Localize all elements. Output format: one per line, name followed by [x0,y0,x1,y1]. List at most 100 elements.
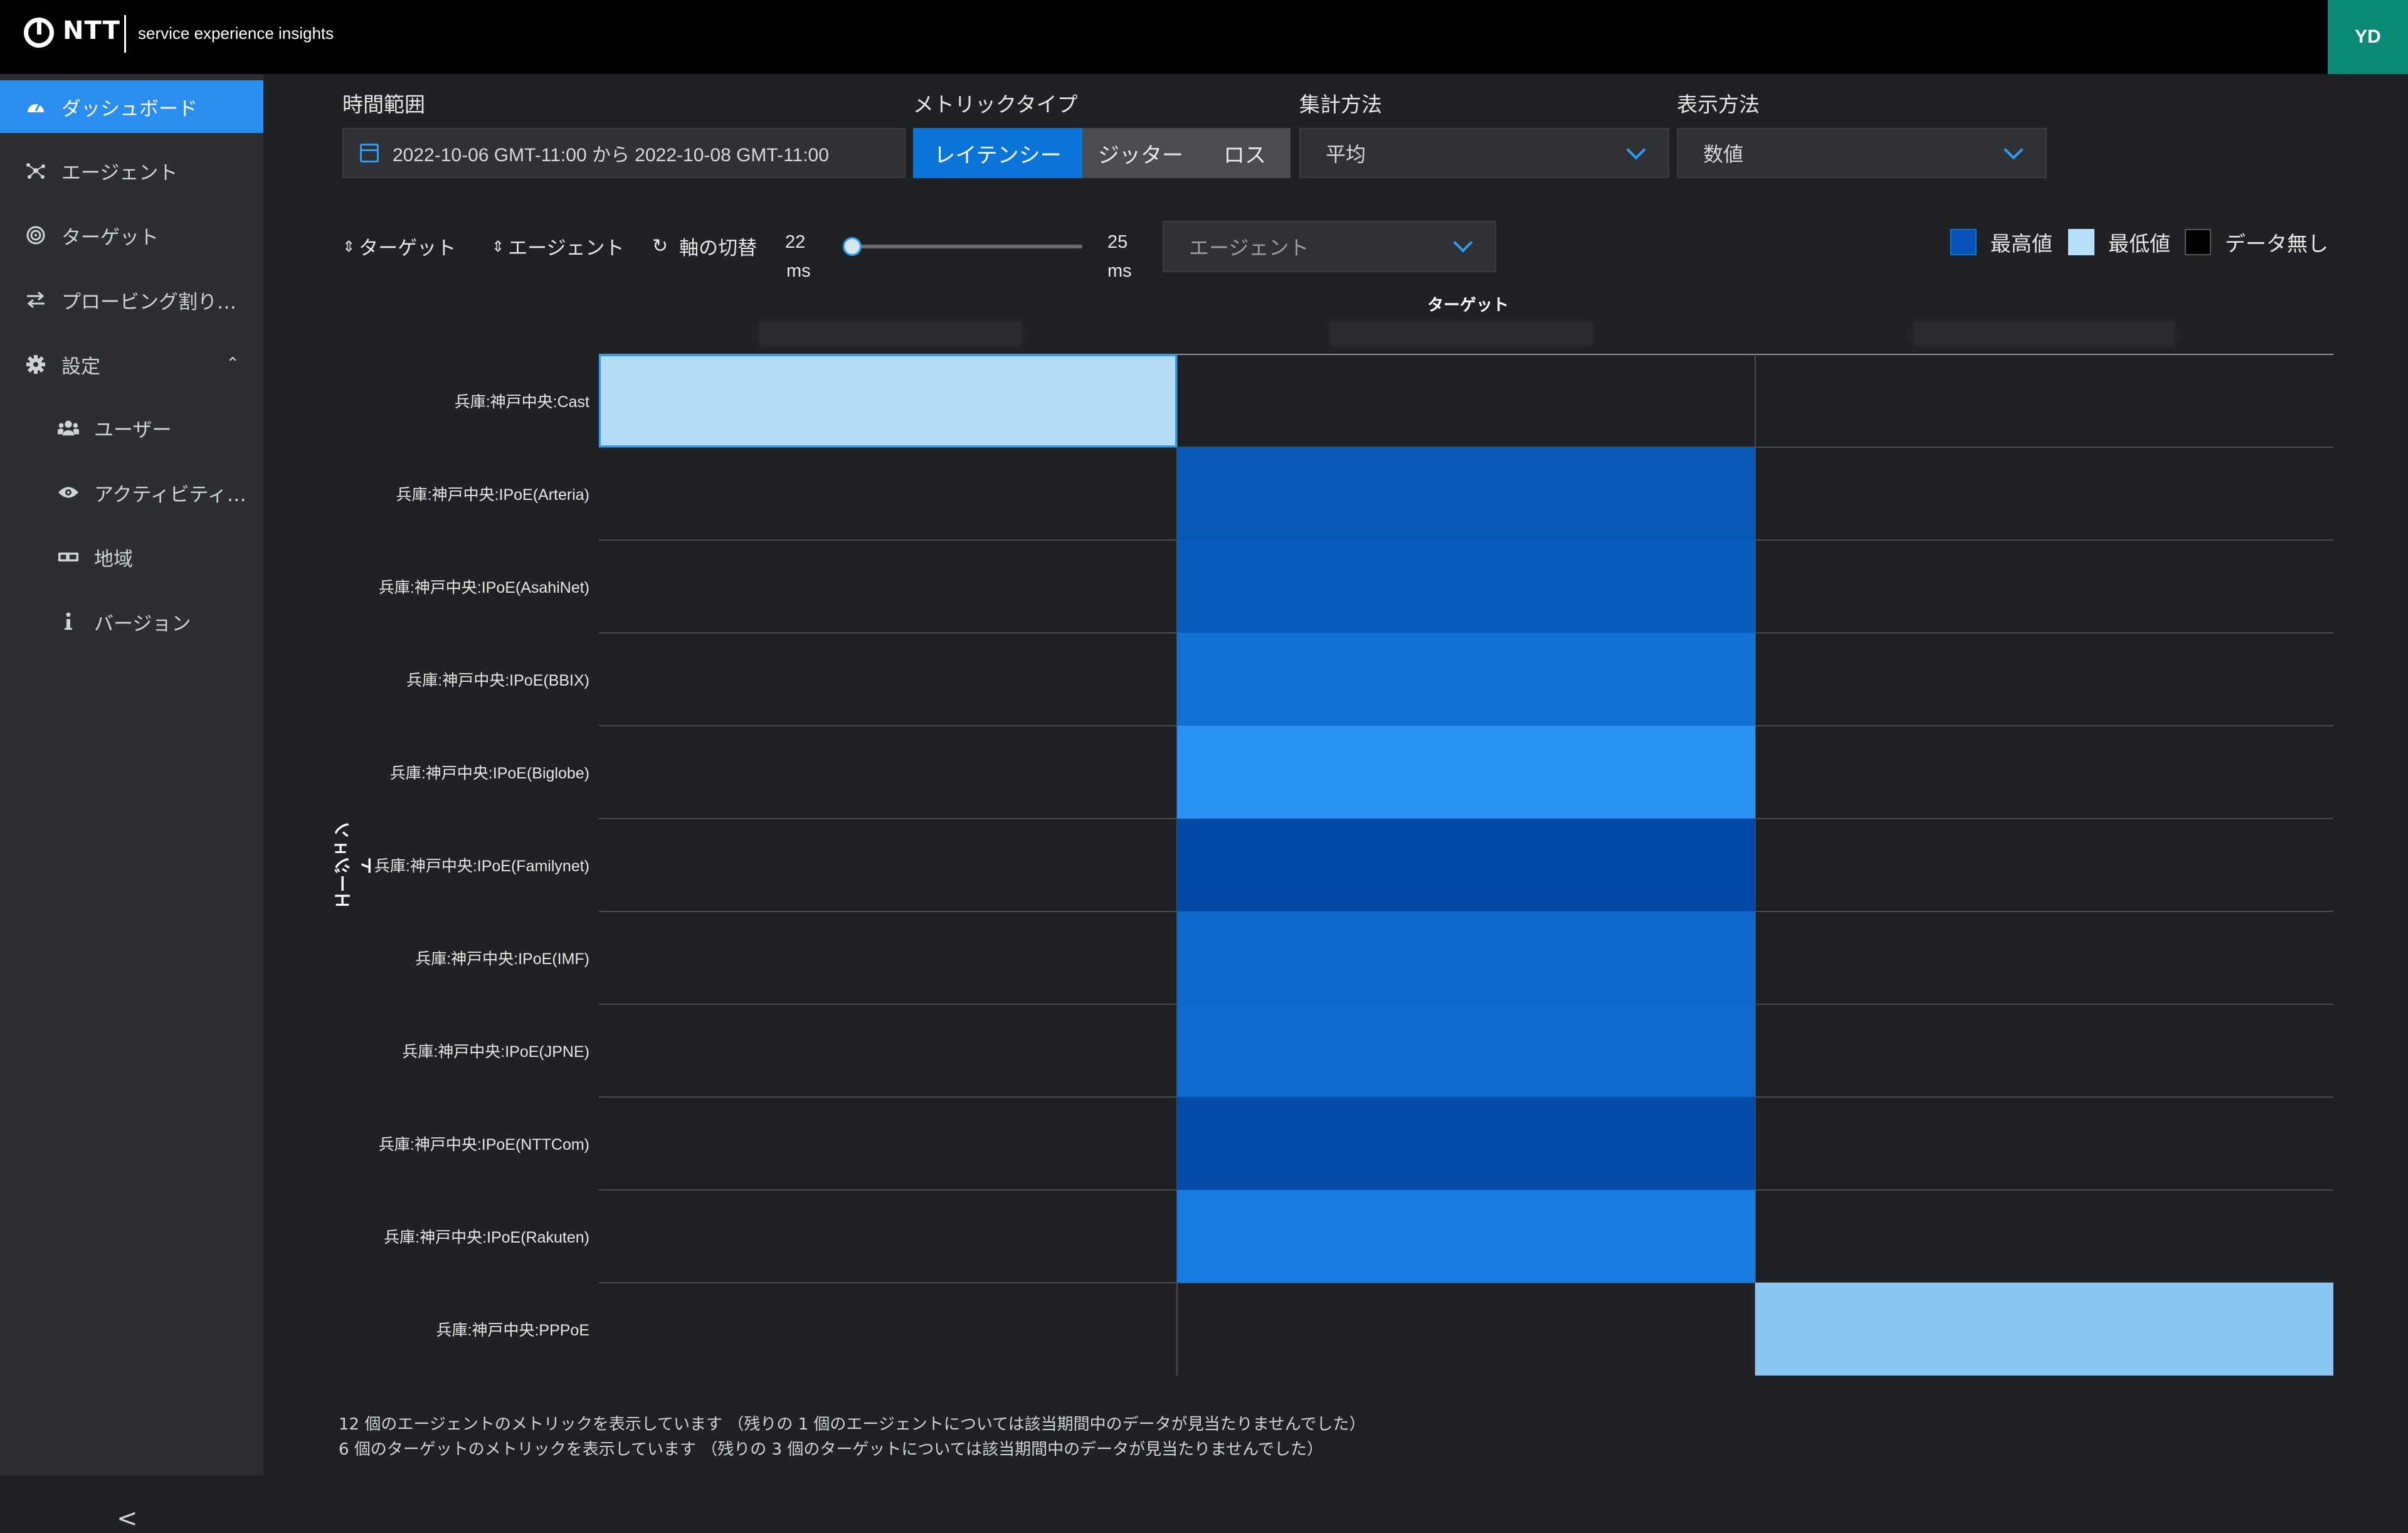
agent-row-label: 兵庫:神戸中央:IPoE(BBIX) [406,672,589,689]
metric-jitter-button[interactable]: ジッター [1082,128,1199,178]
aggregation-select[interactable]: 平均 [1299,128,1669,178]
sidebar-item-label: エージェント [61,161,178,184]
sidebar-item-label: プロービング割り… [61,290,236,314]
chevron-down-icon [2004,140,2024,160]
sidebar-item-probing[interactable]: プロービング割り… [0,273,263,326]
sidebar-item-version[interactable]: バージョン [0,595,263,648]
agent-row-label: 兵庫:神戸中央:IPoE(Biglobe) [389,765,589,782]
sidebar-item-users[interactable]: ユーザー [0,401,263,454]
swap-axis-label: 軸の切替 [679,237,758,260]
target-count-note: 6 個のターゲットのメトリックを表示しています （残りの 3 個のターゲットにつ… [339,1440,1323,1459]
agent-row-label: 兵庫:神戸中央:IPoE(Familynet) [374,857,589,875]
legend-high-swatch [1950,229,1977,255]
collapse-sidebar-button[interactable]: < [117,1504,138,1533]
x-axis-title: ターゲット [1427,296,1509,315]
column-header-3 [1913,321,2176,346]
metric-latency-button[interactable]: レイテンシー [913,128,1082,178]
date-range-picker[interactable]: 2022-10-06 GMT-11:00 から 2022-10-08 GMT-1… [342,128,906,178]
legend-low-label: 最低値 [2108,231,2170,256]
info-icon [58,611,79,632]
range-max-value: 25 [1107,232,1128,252]
agent-filter-placeholder: エージェント [1189,236,1309,260]
sort-icon: ⇕ [342,237,356,255]
agent-row-label: 兵庫:神戸中央:PPPoE [436,1322,590,1339]
legend-high-label: 最高値 [1990,231,2052,256]
sort-agent-label: エージェント [508,237,625,260]
sidebar-item-label: アクティビティ… [94,483,246,506]
legend-high: 最高値 [1950,227,2052,257]
logo-text[interactable]: NTT [63,16,120,45]
range-min-unit: ms [786,261,811,281]
sidebar-item-dashboard[interactable]: ダッシュボード [0,80,263,133]
aggregation-label: 集計方法 [1299,92,1382,117]
heatmap-cell[interactable] [1177,1004,1755,1097]
date-range-value: 2022-10-06 GMT-11:00 から 2022-10-08 GMT-1… [393,145,829,166]
swap-axis-button[interactable]: ↻ 軸の切替 [652,232,757,260]
range-slider-handle[interactable] [843,237,862,256]
users-icon [58,417,79,438]
heatmap-cell[interactable] [1177,1190,1755,1283]
agent-row-label: 兵庫:神戸中央:IPoE(AsahiNet) [378,579,589,597]
sidebar-item-agents[interactable]: エージェント [0,144,263,197]
sidebar-item-label: ユーザー [94,418,172,442]
legend-low: 最低値 [2068,227,2170,257]
display-method-value: 数値 [1703,142,1744,166]
user-avatar[interactable]: YD [2328,0,2408,74]
display-method-select[interactable]: 数値 [1677,128,2047,178]
agent-filter-select[interactable]: エージェント [1163,221,1496,272]
heatmap-cell[interactable] [1755,1283,2333,1376]
range-max-unit: ms [1107,261,1132,281]
range-min-value: 22 [785,232,806,252]
sidebar-item-label: 設定 [61,355,100,378]
heatmap-cell[interactable] [599,354,1177,447]
app-subtitle: service experience insights [138,24,334,43]
heatmap-cell[interactable] [1177,726,1755,819]
calendar-icon [360,144,379,162]
legend-none-swatch [2185,229,2211,255]
agent-row-label: 兵庫:神戸中央:IPoE(Rakuten) [384,1229,589,1246]
swap-icon [25,289,46,310]
agent-row-label: 兵庫:神戸中央:IPoE(NTTCom) [378,1136,589,1154]
logo-divider [124,15,126,53]
agent-row-label: 兵庫:神戸中央:IPoE(JPNE) [402,1043,589,1061]
sort-icon: ⇕ [492,237,505,255]
agent-count-note: 12 個のエージェントのメトリックを表示しています （残りの 1 個のエージェン… [339,1415,1366,1434]
agent-row-label: 兵庫:神戸中央:Cast [454,393,589,411]
legend-none-label: データ無し [2225,231,2328,256]
eye-icon [58,482,79,503]
sidebar-item-settings[interactable]: 設定 ⌃ [0,338,263,391]
sort-target-label: ターゲット [359,237,457,260]
target-icon [25,225,46,246]
range-slider-track[interactable] [852,245,1082,248]
heatmap-cell[interactable] [1177,540,1755,633]
chevron-down-icon [1453,233,1473,253]
sidebar-item-label: 地域 [94,548,133,571]
time-range-label: 時間範囲 [342,92,425,117]
gauge-icon [25,96,46,117]
chevron-up-icon[interactable]: ⌃ [226,354,240,373]
nodes-icon [25,160,46,181]
ntt-logo-icon[interactable] [24,18,54,48]
aggregation-value: 平均 [1326,142,1366,166]
sort-target-button[interactable]: ⇕ ターゲット [342,232,456,260]
legend-none: データ無し [2185,227,2328,257]
metric-loss-button[interactable]: ロス [1199,128,1291,178]
chevron-down-icon [1626,140,1646,160]
sort-agent-button[interactable]: ⇕ エージェント [492,232,625,260]
heatmap-cell[interactable] [1177,1097,1755,1190]
heatmap-cell[interactable] [1177,819,1755,911]
column-header-2 [1329,321,1593,346]
sidebar: ダッシュボード エージェント ターゲット プロービング割り… 設定 ⌃ ユーザー [0,74,263,1533]
refresh-icon: ↻ [652,235,668,257]
metric-type-label: メトリックタイプ [913,92,1078,117]
legend-low-swatch [2068,229,2094,255]
heatmap-cell[interactable] [1177,911,1755,1004]
sidebar-item-activity[interactable]: アクティビティ… [0,466,263,519]
gear-icon [25,354,46,375]
region-icon [58,546,79,568]
sidebar-item-label: バージョン [94,612,191,635]
heatmap-cell[interactable] [1177,447,1755,540]
sidebar-item-targets[interactable]: ターゲット [0,209,263,262]
heatmap-cell[interactable] [1177,633,1755,726]
sidebar-item-region[interactable]: 地域 [0,531,263,583]
